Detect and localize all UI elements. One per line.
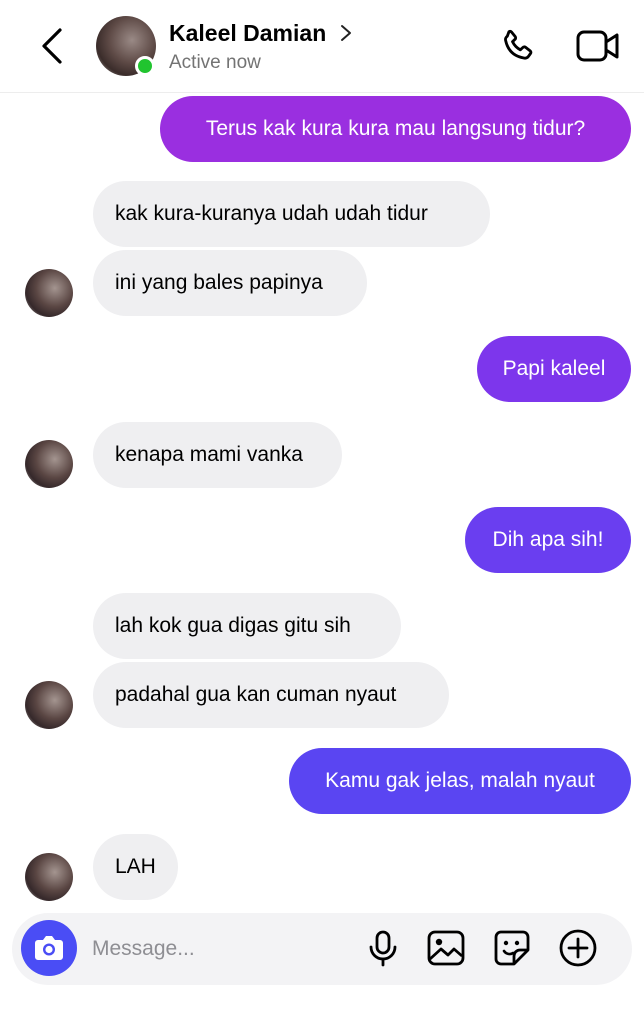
online-indicator <box>135 56 155 76</box>
video-call-button[interactable] <box>575 28 621 64</box>
incoming-message[interactable]: LAH <box>93 834 178 900</box>
image-icon <box>427 930 465 966</box>
contact-name[interactable]: Kaleel Damian <box>169 20 326 47</box>
chevron-left-icon <box>42 28 62 64</box>
sticker-icon <box>494 930 530 966</box>
sender-avatar[interactable] <box>25 269 73 317</box>
sender-avatar[interactable] <box>25 681 73 729</box>
gallery-button[interactable] <box>426 928 466 968</box>
camera-button[interactable] <box>21 920 77 976</box>
chat-header: Kaleel Damian Active now <box>0 0 644 93</box>
more-button[interactable] <box>558 928 598 968</box>
microphone-button[interactable] <box>363 928 403 968</box>
back-button[interactable] <box>36 26 72 66</box>
incoming-message[interactable]: kenapa mami vanka <box>93 422 342 488</box>
plus-circle-icon <box>559 929 597 967</box>
incoming-message[interactable]: kak kura-kuranya udah udah tidur <box>93 181 490 247</box>
chevron-right-icon[interactable] <box>340 24 352 42</box>
incoming-message[interactable]: ini yang bales papinya <box>93 250 367 316</box>
camera-icon <box>35 936 63 960</box>
sender-avatar[interactable] <box>25 853 73 901</box>
incoming-message[interactable]: lah kok gua digas gitu sih <box>93 593 401 659</box>
outgoing-message[interactable]: Kamu gak jelas, malah nyaut <box>289 748 631 814</box>
message-input[interactable] <box>92 930 352 968</box>
sender-avatar[interactable] <box>25 440 73 488</box>
sticker-button[interactable] <box>492 928 532 968</box>
phone-icon <box>504 29 533 60</box>
outgoing-message[interactable]: Papi kaleel <box>477 336 631 402</box>
microphone-icon <box>369 930 397 967</box>
outgoing-message[interactable]: Dih apa sih! <box>465 507 631 573</box>
call-button[interactable] <box>498 27 538 67</box>
active-status: Active now <box>169 52 261 73</box>
video-camera-icon <box>576 30 619 62</box>
incoming-message[interactable]: padahal gua kan cuman nyaut <box>93 662 449 728</box>
outgoing-message[interactable]: Terus kak kura kura mau langsung tidur? <box>160 96 631 162</box>
